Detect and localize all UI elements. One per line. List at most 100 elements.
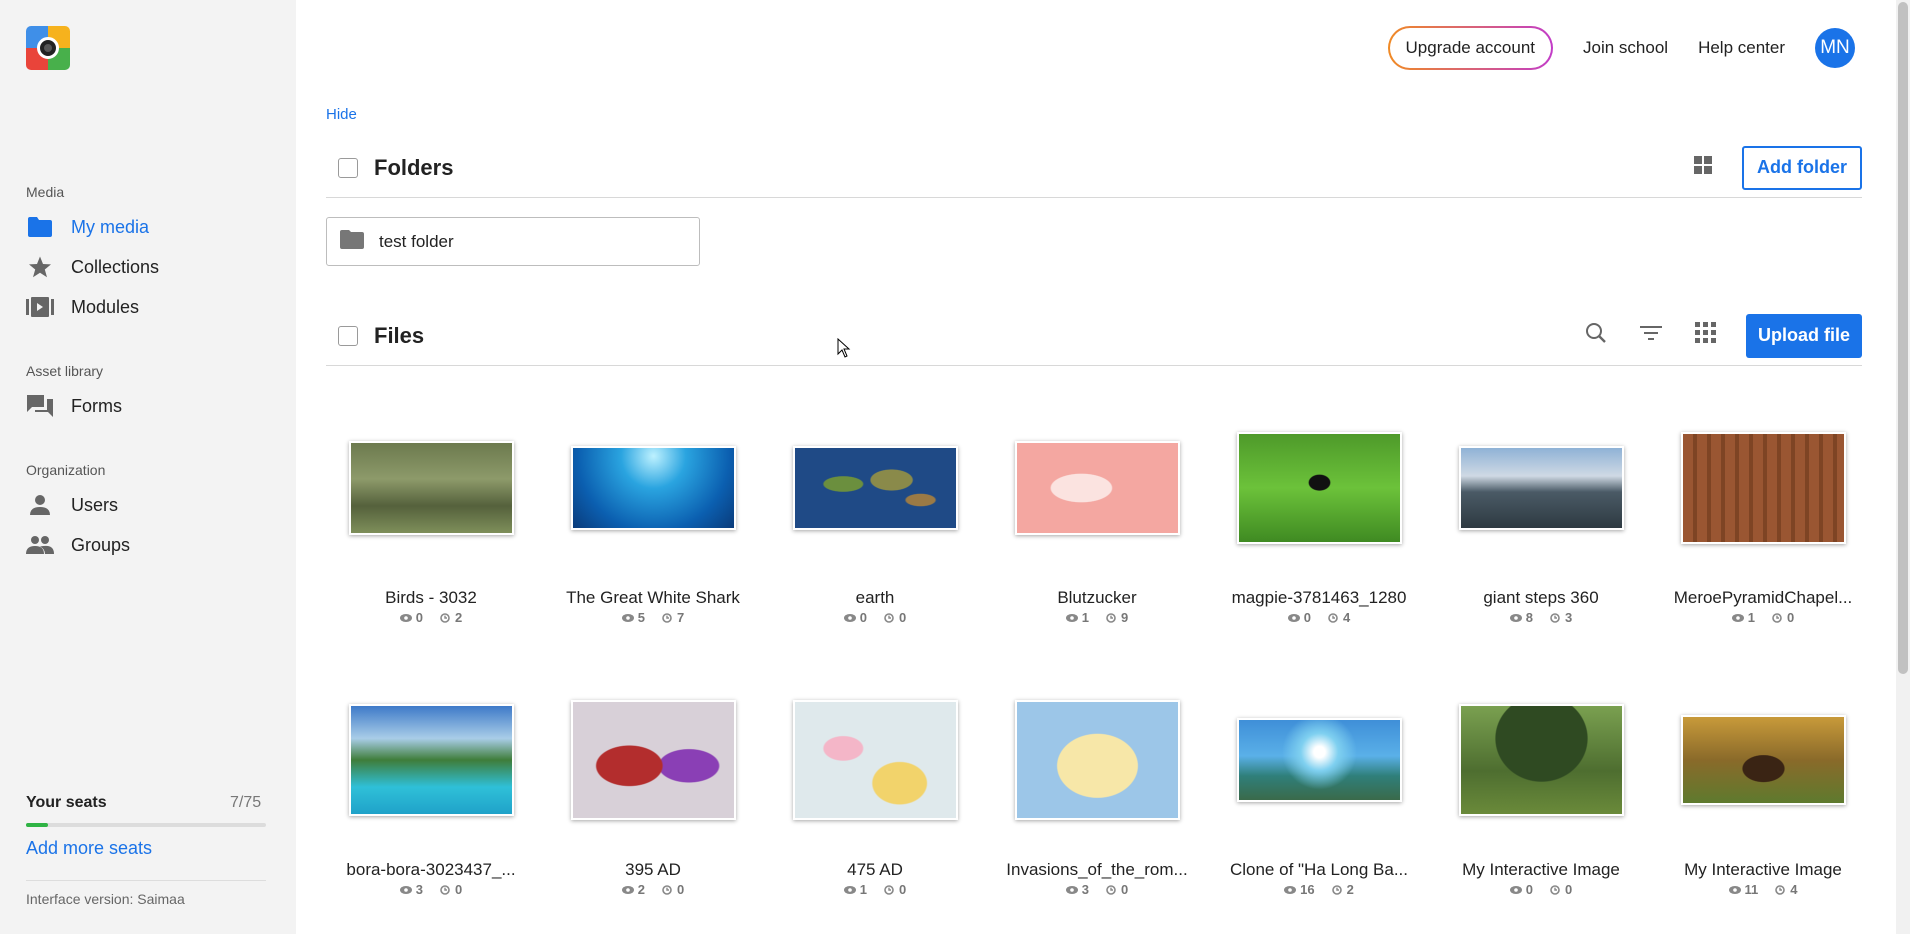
file-thumbnail[interactable] [1014, 440, 1180, 535]
help-center-link[interactable]: Help center [1698, 38, 1785, 58]
sidebar-item-forms[interactable]: Forms [26, 391, 122, 421]
file-thumbnail-wrap [770, 692, 980, 827]
file-thumbnail-wrap [1658, 420, 1868, 555]
file-thumbnail[interactable] [570, 699, 736, 820]
app-logo[interactable] [26, 26, 70, 70]
file-stats: 11 4 [1658, 882, 1868, 897]
file-thumbnail[interactable] [1680, 714, 1846, 805]
forms-icon [26, 394, 54, 418]
file-thumbnail[interactable] [1236, 717, 1402, 802]
file-thumbnail[interactable] [792, 445, 958, 530]
file-card[interactable]: giant steps 360 8 3 [1436, 420, 1646, 625]
file-secondary-count: 2 [1346, 882, 1354, 897]
grid-view-button[interactable] [1679, 314, 1734, 358]
file-views-count: 11 [1744, 882, 1759, 897]
clock-icon [1772, 612, 1782, 623]
file-card[interactable]: The Great White Shark 5 7 [548, 420, 758, 625]
folders-select-all-checkbox[interactable] [338, 157, 358, 178]
file-stats: 10 [1658, 610, 1868, 625]
clock-icon [1331, 884, 1342, 895]
file-views-count: 8 [1525, 610, 1533, 625]
folder-card-test-folder[interactable]: test folder [326, 217, 700, 266]
file-stats: 04 [1214, 610, 1424, 625]
join-school-link[interactable]: Join school [1583, 38, 1668, 58]
file-views-count: 3 [415, 882, 423, 897]
file-secondary-count: 0 [455, 882, 463, 897]
upgrade-account-button[interactable]: Upgrade account [1388, 26, 1553, 70]
grid-view-button[interactable] [1675, 146, 1730, 190]
file-card[interactable]: magpie-3781463_1280 0 4 [1214, 420, 1424, 625]
views-icon [399, 885, 412, 894]
sidebar-item-label: Modules [71, 296, 140, 317]
file-card[interactable]: Birds - 3032 0 2 [326, 420, 536, 625]
files-select-all-checkbox[interactable] [338, 325, 358, 346]
clock-icon [662, 884, 672, 895]
file-secondary-count: 7 [677, 610, 685, 625]
sidebar-item-collections[interactable]: Collections [26, 252, 159, 282]
seats-progress-bar [26, 823, 266, 827]
file-card[interactable]: MeroePyramidChapel... 1 0 [1658, 420, 1868, 625]
file-stats: 16 2 [1214, 882, 1424, 897]
file-card[interactable]: Blutzucker 1 9 [992, 420, 1202, 625]
clock-icon [1328, 612, 1338, 623]
file-secondary-count: 0 [1121, 882, 1129, 897]
views-icon [843, 613, 856, 622]
file-thumbnail[interactable] [1014, 699, 1180, 820]
file-thumbnail[interactable] [348, 440, 514, 535]
file-thumbnail[interactable] [1458, 703, 1624, 816]
sidebar-item-users[interactable]: Users [26, 490, 118, 520]
file-views-count: 0 [859, 610, 867, 625]
sidebar-item-modules[interactable]: Modules [26, 292, 139, 322]
files-actions: Upload file [1569, 313, 1862, 358]
mouse-cursor-icon [837, 337, 851, 363]
file-thumbnail-wrap [548, 420, 758, 555]
file-secondary-count: 0 [1787, 610, 1795, 625]
file-thumbnail[interactable] [570, 445, 736, 530]
modules-icon [26, 295, 54, 319]
file-card[interactable]: Clone of "Ha Long Ba... 16 2 [1214, 692, 1424, 897]
file-secondary-count: 4 [1790, 882, 1798, 897]
add-folder-button[interactable]: Add folder [1742, 145, 1862, 190]
add-more-seats-link[interactable]: Add more seats [26, 838, 152, 859]
file-card[interactable]: earth 0 0 [770, 420, 980, 625]
file-card[interactable]: My Interactive Image 0 0 [1436, 692, 1646, 897]
search-button[interactable] [1569, 314, 1624, 358]
file-thumbnail[interactable] [348, 703, 514, 816]
sidebar-item-label: My media [71, 216, 150, 237]
sidebar-item-label: Collections [71, 256, 160, 277]
avatar[interactable]: MN [1815, 28, 1855, 68]
file-thumbnail[interactable] [792, 699, 958, 820]
clock-icon [440, 884, 450, 895]
file-name: 395 AD [625, 860, 681, 879]
file-views-count: 3 [1081, 882, 1089, 897]
file-thumbnail[interactable] [1236, 431, 1402, 544]
hide-link[interactable]: Hide [326, 106, 357, 123]
file-name: magpie-3781463_1280 [1231, 588, 1407, 607]
file-secondary-count: 0 [899, 610, 907, 625]
file-views-count: 1 [1747, 610, 1755, 625]
sidebar: Media My media Collections Modules Asset… [0, 0, 296, 934]
views-icon [1065, 613, 1078, 622]
file-card[interactable]: 395 AD 2 0 [548, 692, 758, 897]
sidebar-item-groups[interactable]: Groups [26, 530, 130, 560]
file-secondary-count: 3 [1565, 610, 1573, 625]
file-card[interactable]: Invasions_of_the_rom... 3 0 [992, 692, 1202, 897]
file-views-count: 2 [637, 882, 645, 897]
folder-name: test folder [379, 231, 454, 251]
file-card[interactable]: My Interactive Image 11 4 [1658, 692, 1868, 897]
file-card[interactable]: bora-bora-3023437_... 3 0 [326, 692, 536, 897]
file-name: bora-bora-3023437_... [346, 860, 516, 879]
file-views-count: 1 [1081, 610, 1089, 625]
file-card[interactable]: 475 AD 1 0 [770, 692, 980, 897]
upload-file-button[interactable]: Upload file [1745, 313, 1862, 358]
scrollbar-thumb[interactable] [1898, 2, 1908, 674]
vertical-scrollbar[interactable] [1896, 0, 1910, 934]
sidebar-item-my-media[interactable]: My media [26, 212, 149, 242]
file-thumbnail-wrap [326, 420, 536, 555]
file-thumbnail[interactable] [1458, 445, 1624, 530]
filter-button[interactable] [1624, 314, 1679, 358]
file-views-count: 5 [637, 610, 645, 625]
file-thumbnail[interactable] [1680, 431, 1846, 544]
file-views-count: 1 [859, 882, 867, 897]
clock-icon [1775, 884, 1786, 895]
